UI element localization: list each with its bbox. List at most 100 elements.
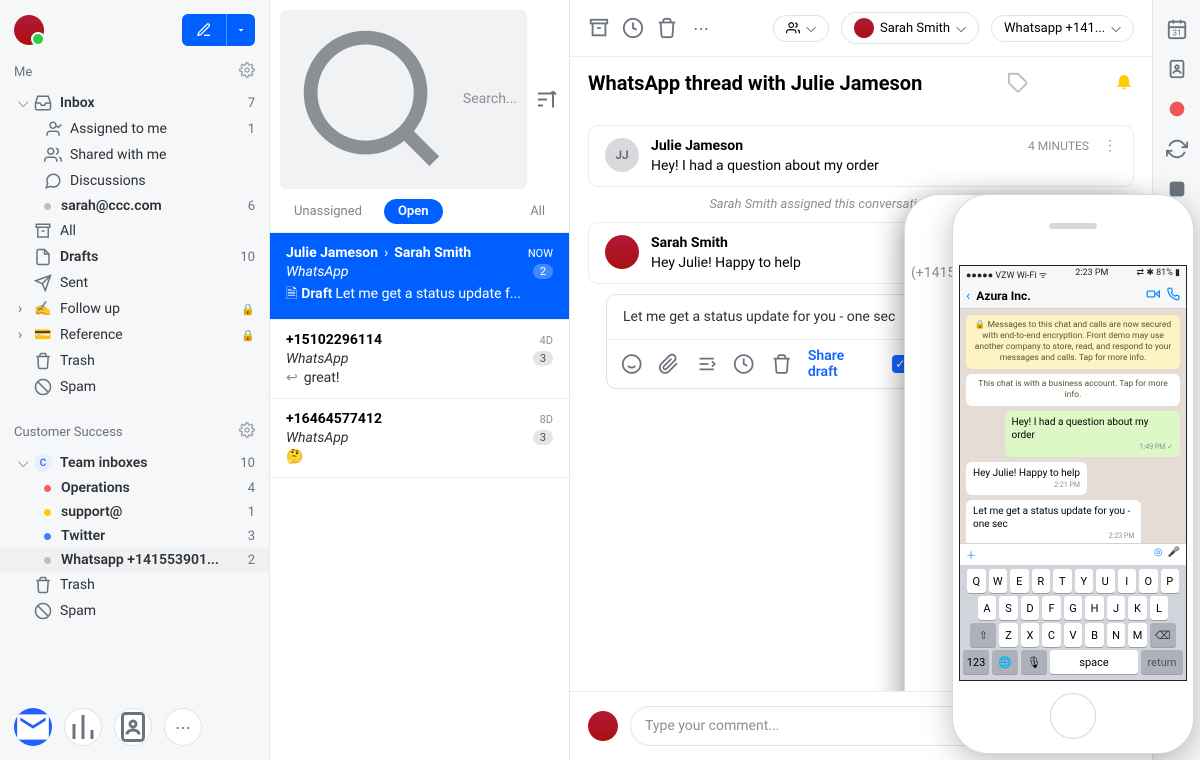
gear-icon[interactable] bbox=[239, 62, 255, 82]
globe-key[interactable]: 🌐 bbox=[992, 650, 1018, 674]
key-i[interactable]: I bbox=[1118, 569, 1137, 593]
key-m[interactable]: M bbox=[1128, 623, 1147, 647]
sidebar-item-shared[interactable]: Shared with me bbox=[0, 142, 269, 168]
key-j[interactable]: J bbox=[1107, 596, 1126, 620]
key-n[interactable]: N bbox=[1107, 623, 1126, 647]
delete-button[interactable] bbox=[656, 17, 678, 39]
key-v[interactable]: V bbox=[1064, 623, 1083, 647]
more-nav-button[interactable]: ⋯ bbox=[164, 708, 202, 746]
key-h[interactable]: H bbox=[1085, 596, 1104, 620]
sidebar-item-spam-cs[interactable]: Spam bbox=[0, 598, 269, 624]
attachment-icon[interactable] bbox=[658, 353, 679, 375]
sort-button[interactable] bbox=[535, 10, 559, 189]
tab-all[interactable]: All bbox=[516, 199, 559, 224]
key-p[interactable]: P bbox=[1161, 569, 1180, 593]
dictate-key[interactable]: 🎙 bbox=[1021, 650, 1047, 674]
mic-icon[interactable]: 🎤 bbox=[1168, 547, 1180, 558]
sidebar-item-all[interactable]: All bbox=[0, 218, 269, 244]
tab-unassigned[interactable]: Unassigned bbox=[280, 199, 376, 224]
sidebar-item-discussions[interactable]: Discussions bbox=[0, 168, 269, 194]
sidebar-item-spam-me[interactable]: Spam bbox=[0, 374, 269, 400]
user-avatar[interactable] bbox=[14, 15, 44, 45]
bell-icon[interactable] bbox=[1114, 71, 1134, 95]
key-l[interactable]: L bbox=[1150, 596, 1169, 620]
message-menu-icon[interactable]: ⋮ bbox=[1103, 138, 1117, 154]
key-t[interactable]: T bbox=[1053, 569, 1072, 593]
backspace-key[interactable]: ⌫ bbox=[1150, 623, 1176, 647]
key-b[interactable]: B bbox=[1085, 623, 1104, 647]
key-s[interactable]: S bbox=[999, 596, 1018, 620]
conversation-item[interactable]: Julie Jameson›Sarah SmithNOW WhatsApp2 🗎… bbox=[270, 233, 569, 320]
key-q[interactable]: Q bbox=[967, 569, 986, 593]
key-x[interactable]: X bbox=[1021, 623, 1040, 647]
sidebar-item-drafts[interactable]: Drafts10 bbox=[0, 244, 269, 270]
sidebar-item-trash-cs[interactable]: Trash bbox=[0, 572, 269, 598]
calendar-icon[interactable]: 31 bbox=[1166, 18, 1188, 40]
message[interactable]: JJ Julie Jameson(+14047358314)4 MINUTES⋮… bbox=[588, 125, 1134, 187]
integration-icon[interactable] bbox=[1166, 98, 1188, 120]
analytics-nav-button[interactable] bbox=[64, 708, 102, 746]
video-icon[interactable] bbox=[1146, 287, 1160, 304]
key-c[interactable]: C bbox=[1042, 623, 1061, 647]
message[interactable]: Sarah Smith(+14155390172) Hey Julie! Hap… bbox=[588, 222, 927, 284]
inbox-nav-button[interactable] bbox=[14, 708, 52, 746]
canned-response-icon[interactable] bbox=[696, 353, 717, 375]
refresh-icon[interactable] bbox=[1166, 138, 1188, 160]
archive-button[interactable] bbox=[588, 17, 610, 39]
contact-icon[interactable] bbox=[1166, 58, 1188, 80]
assignee-pill[interactable]: Sarah Smith⌵ bbox=[841, 12, 979, 44]
sidebar-item-support[interactable]: support@1 bbox=[0, 500, 269, 524]
conversation-item[interactable]: +164645774128D WhatsApp3 🤔 bbox=[270, 399, 569, 478]
sidebar-item-inbox[interactable]: ⌵ Inbox 7 bbox=[0, 90, 269, 116]
sidebar-item-assigned[interactable]: Assigned to me1 bbox=[0, 116, 269, 142]
more-button[interactable]: ⋯ bbox=[690, 17, 712, 39]
gear-icon[interactable] bbox=[239, 422, 255, 442]
phone-input-bar[interactable]: ＋ ◎ 🎤 bbox=[960, 543, 1186, 565]
plus-icon[interactable]: ＋ bbox=[966, 547, 976, 562]
discard-icon[interactable] bbox=[771, 353, 792, 375]
shift-key[interactable]: ⇧ bbox=[970, 623, 996, 647]
compose-dropdown[interactable] bbox=[226, 14, 255, 46]
search-input[interactable]: Search... bbox=[280, 10, 527, 189]
tab-open[interactable]: Open bbox=[384, 199, 443, 224]
channel-pill[interactable]: Whatsapp +141...⌵ bbox=[991, 15, 1134, 42]
participants-pill[interactable]: ⌵ bbox=[773, 15, 829, 42]
share-draft-button[interactable]: Share draft bbox=[808, 348, 876, 380]
schedule-icon[interactable] bbox=[733, 353, 754, 375]
key-e[interactable]: E bbox=[1010, 569, 1029, 593]
sidebar-item-sent[interactable]: Sent bbox=[0, 270, 269, 296]
key-g[interactable]: G bbox=[1064, 596, 1083, 620]
sidebar-item-whatsapp[interactable]: Whatsapp +141553901...2 bbox=[0, 548, 269, 572]
sidebar-item-twitter[interactable]: Twitter3 bbox=[0, 524, 269, 548]
composer-input[interactable]: Let me get a status update for you - one… bbox=[607, 295, 944, 339]
snooze-button[interactable] bbox=[622, 17, 644, 39]
emoji-icon[interactable] bbox=[621, 353, 642, 375]
sidebar-item-operations[interactable]: Operations4 bbox=[0, 476, 269, 500]
sidebar-item-trash-me[interactable]: Trash bbox=[0, 348, 269, 374]
key-f[interactable]: F bbox=[1042, 596, 1061, 620]
camera-icon[interactable]: ◎ bbox=[1154, 547, 1163, 558]
phone-icon[interactable] bbox=[1166, 287, 1180, 304]
sidebar-item-team-inboxes[interactable]: ⌵CTeam inboxes10 bbox=[0, 450, 269, 476]
numbers-key[interactable]: 123 bbox=[963, 650, 989, 674]
key-z[interactable]: Z bbox=[999, 623, 1018, 647]
compose-button[interactable] bbox=[182, 14, 226, 46]
key-d[interactable]: D bbox=[1021, 596, 1040, 620]
conversation-item[interactable]: +151022961144D WhatsApp3 ↩great! bbox=[270, 320, 569, 399]
key-y[interactable]: Y bbox=[1075, 569, 1094, 593]
keyboard[interactable]: QWERTYUIOP ASDFGHJKL ⇧ZXCVBNM⌫ 123 🌐 🎙 s… bbox=[960, 565, 1186, 680]
key-r[interactable]: R bbox=[1032, 569, 1051, 593]
key-w[interactable]: W bbox=[989, 569, 1008, 593]
key-u[interactable]: U bbox=[1096, 569, 1115, 593]
key-o[interactable]: O bbox=[1139, 569, 1158, 593]
key-k[interactable]: K bbox=[1128, 596, 1147, 620]
space-key[interactable]: space bbox=[1050, 650, 1138, 674]
sidebar-item-sarah-email[interactable]: sarah@ccc.com6 bbox=[0, 194, 269, 218]
back-icon[interactable]: ‹ bbox=[966, 288, 970, 304]
sidebar-item-reference[interactable]: ›💳Reference🔒 bbox=[0, 322, 269, 348]
tag-icon[interactable] bbox=[1007, 72, 1029, 94]
sidebar-item-followup[interactable]: ›✍️Follow up🔒 bbox=[0, 296, 269, 322]
contacts-nav-button[interactable] bbox=[114, 708, 152, 746]
return-key[interactable]: return bbox=[1141, 650, 1183, 674]
key-a[interactable]: A bbox=[978, 596, 997, 620]
